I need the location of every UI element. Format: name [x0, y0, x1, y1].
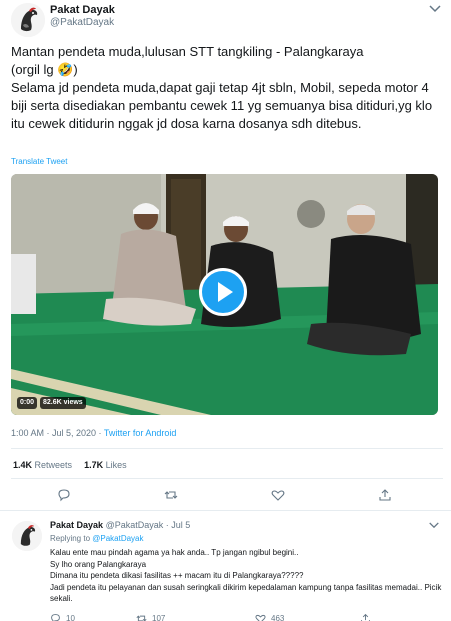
tweet-stats: 1.4K Retweets 1.7K Likes	[13, 460, 127, 470]
reply-line: Dimana itu pendeta dikasi fasilitas ++ m…	[50, 571, 304, 581]
video-duration-badge: 0:00	[17, 397, 38, 409]
handle[interactable]: @PakatDayak	[50, 17, 114, 28]
replying-to: Replying to @PakatDayak	[50, 534, 144, 543]
reply-line: Kalau ente mau pindah agama ya hak anda.…	[50, 548, 299, 557]
replying-prefix: Replying to	[50, 534, 93, 543]
like-icon[interactable]	[271, 488, 285, 502]
retweet-icon[interactable]	[164, 488, 178, 502]
tweet-text: Mantan pendeta muda,lulusan STT tangkili…	[11, 44, 433, 131]
divider	[0, 510, 451, 511]
play-button[interactable]	[199, 268, 247, 316]
likes-stat[interactable]: 1.7K Likes	[84, 460, 127, 470]
reply-line: Jadi pendeta itu pelayanan dan susah ser…	[50, 582, 442, 604]
share-icon[interactable]	[360, 613, 371, 621]
divider	[11, 478, 443, 479]
caret-down-icon[interactable]	[428, 521, 440, 530]
tweet-meta: 1:00 AM · Jul 5, 2020 · Twitter for Andr…	[11, 428, 176, 438]
avatar-image	[12, 521, 42, 551]
source-link[interactable]: Twitter for Android	[104, 428, 177, 438]
reply-handle-date[interactable]: @PakatDayak · Jul 5	[106, 520, 191, 530]
caret-down-icon[interactable]	[428, 4, 442, 14]
share-icon[interactable]	[378, 488, 392, 502]
retweet-icon[interactable]	[136, 613, 147, 621]
reply-text: Kalau ente mau pindah agama ya hak anda.…	[50, 547, 445, 605]
reply-avatar[interactable]	[12, 521, 42, 551]
reply-icon[interactable]	[57, 488, 71, 502]
retweets-count: 1.4K	[13, 460, 33, 470]
video-views-badge: 82.6K views	[40, 397, 86, 409]
divider	[11, 448, 443, 449]
likes-label: Likes	[105, 460, 127, 470]
reply-display-name[interactable]: Pakat Dayak	[50, 520, 103, 530]
reply-line: Sy lho orang Palangkaraya	[50, 559, 147, 569]
reply-reply-count: 10	[66, 614, 75, 621]
timestamp[interactable]: 1:00 AM · Jul 5, 2020 ·	[11, 428, 104, 438]
retweets-label: Retweets	[34, 460, 73, 470]
avatar[interactable]	[11, 3, 45, 37]
avatar-image	[11, 3, 45, 37]
likes-count: 1.7K	[84, 460, 104, 470]
reply-retweet-count: 107	[152, 614, 166, 621]
reply-header: Pakat Dayak @PakatDayak · Jul 5	[50, 520, 190, 530]
reply-icon[interactable]	[50, 613, 61, 621]
reply-like-count: 463	[271, 614, 285, 621]
like-icon[interactable]	[255, 613, 266, 621]
retweets-stat[interactable]: 1.4K Retweets	[13, 460, 72, 470]
display-name[interactable]: Pakat Dayak	[50, 4, 115, 16]
play-icon	[218, 282, 233, 302]
mention-link[interactable]: @PakatDayak	[92, 534, 143, 543]
translate-link[interactable]: Translate Tweet	[11, 157, 67, 166]
